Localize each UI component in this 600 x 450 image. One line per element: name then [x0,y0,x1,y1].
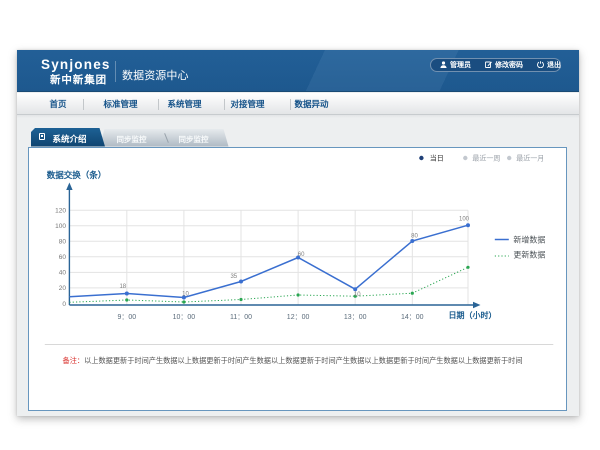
svg-text:14：00: 14：00 [401,314,424,321]
svg-text:60: 60 [297,251,304,257]
svg-text:备注：以上数据更新于时间产生数据以上数据更新于时间产生数据以: 备注：以上数据更新于时间产生数据以上数据更新于时间产生数据以上数据更新于时间产生… [62,356,522,365]
svg-text:10: 10 [353,291,360,297]
svg-text:当日: 当日 [429,153,443,162]
svg-text:最近一月: 最近一月 [516,153,544,162]
svg-text:0: 0 [62,300,66,307]
svg-text:12：00: 12：00 [286,314,309,321]
svg-text:数据交换（条）: 数据交换（条） [46,170,106,180]
svg-text:18: 18 [119,284,126,290]
svg-text:10：00: 10：00 [172,314,195,321]
svg-text:新增数据: 新增数据 [513,234,545,244]
svg-text:9：00: 9：00 [117,314,136,321]
svg-text:100: 100 [458,216,469,222]
svg-text:80: 80 [58,238,66,245]
svg-text:40: 40 [58,269,66,276]
svg-text:100: 100 [55,223,66,230]
svg-text:最近一周: 最近一周 [472,153,500,162]
svg-text:日期（小时）: 日期（小时） [448,310,496,320]
svg-text:11：00: 11：00 [229,314,251,321]
svg-text:更新数据: 更新数据 [513,249,545,259]
svg-text:13：00: 13：00 [343,314,366,321]
svg-text:10: 10 [182,291,189,297]
svg-text:60: 60 [58,254,66,261]
svg-text:80: 80 [411,233,418,239]
svg-text:20: 20 [58,285,66,292]
svg-text:120: 120 [55,207,66,214]
svg-text:35: 35 [230,274,237,280]
